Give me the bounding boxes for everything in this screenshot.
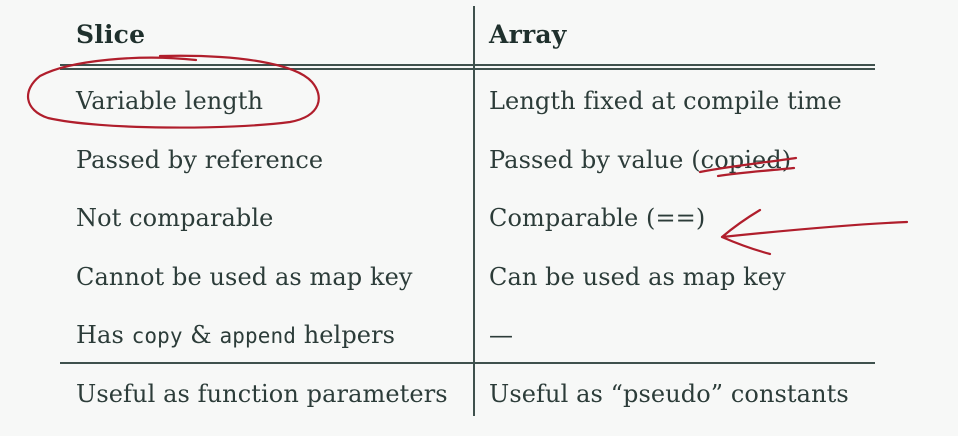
slide: Slice Array Variable length Length fixed… [0,0,958,436]
circle-around-variable-length [26,54,320,129]
arrow-pointing-to-comparable [720,208,909,256]
strike-through-copied [698,156,798,178]
ink-annotations [26,54,909,256]
